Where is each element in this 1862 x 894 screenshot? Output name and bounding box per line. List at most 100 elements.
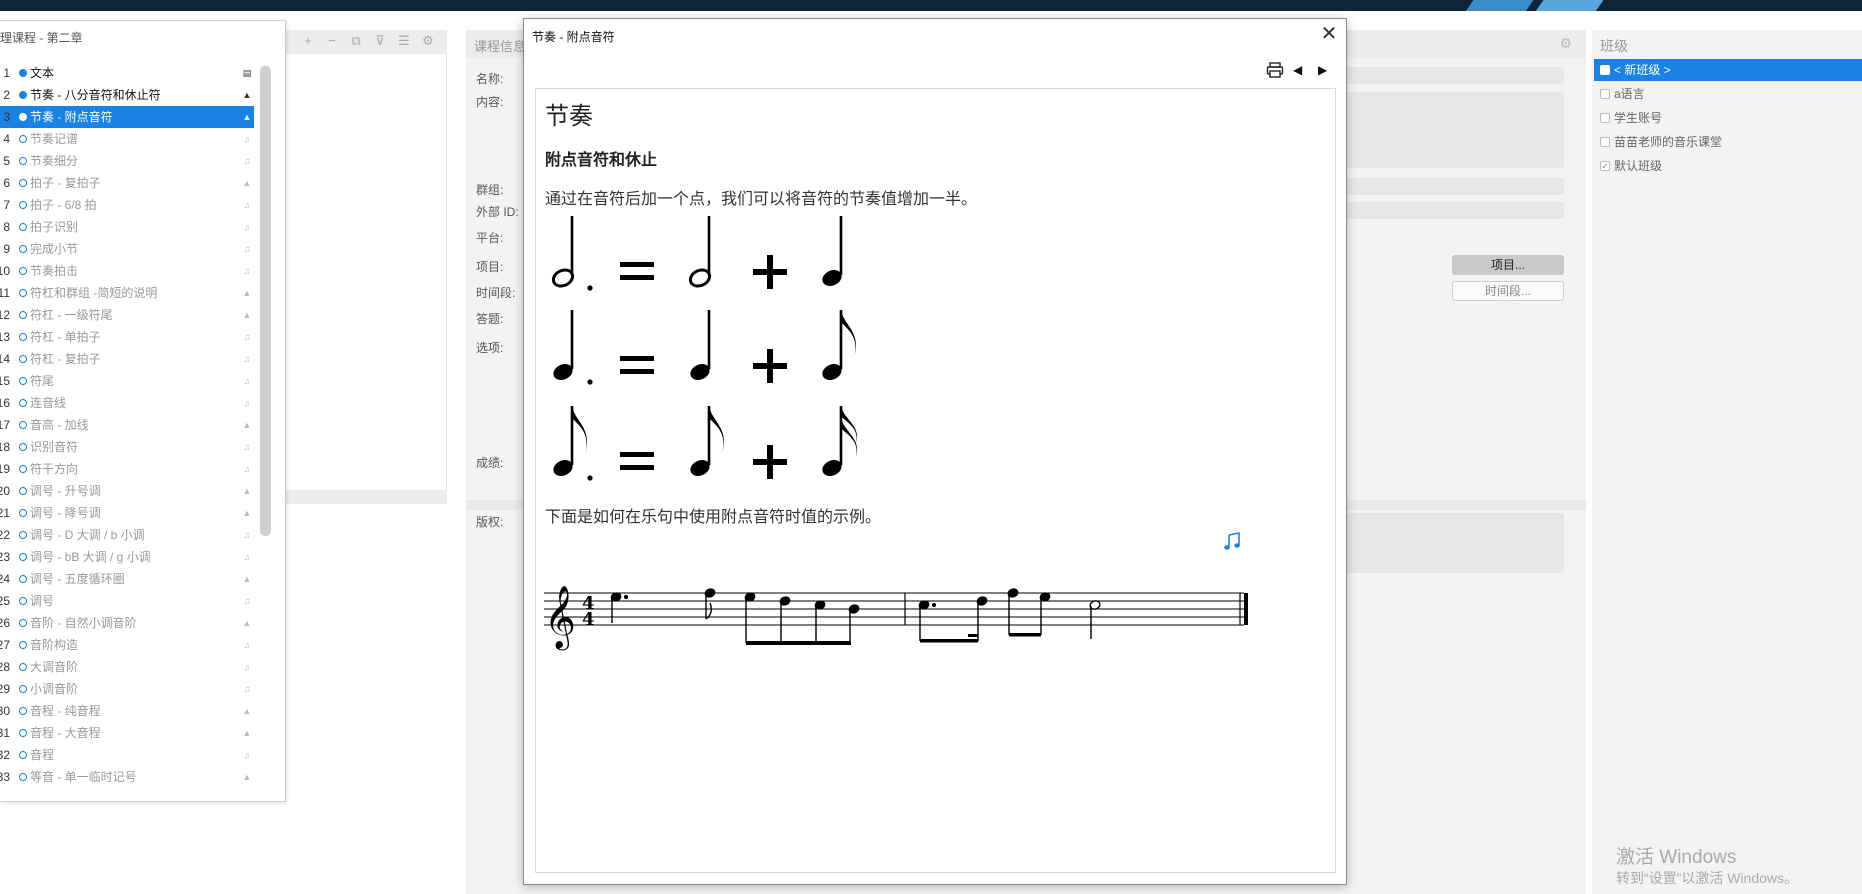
options-label: 选项: — [476, 341, 504, 355]
lesson-item[interactable]: 13 符杠 - 单拍子 ♫ — [0, 326, 254, 348]
lesson-item[interactable]: 1 文本 ▤ — [0, 62, 254, 84]
lesson-item[interactable]: 8 拍子识别 ♫ — [0, 216, 254, 238]
previous-icon[interactable]: ◀ — [1293, 63, 1305, 77]
activation-watermark-title: 激活 Windows — [1616, 847, 1737, 868]
lesson-item[interactable]: 19 符干方向 ♫ — [0, 458, 254, 480]
lesson-label: 节奏细分 — [30, 154, 79, 168]
list-icon[interactable]: ☰ — [397, 34, 411, 48]
filter-icon[interactable]: ⊽ — [373, 34, 387, 48]
status-dot-icon — [19, 575, 27, 583]
class-checkbox[interactable] — [1600, 65, 1610, 75]
status-dot-icon — [19, 113, 27, 121]
cap-icon: ▲ — [242, 508, 252, 518]
class-checkbox[interactable] — [1600, 137, 1610, 147]
class-item[interactable]: 苗苗老师的音乐课堂 — [1594, 131, 1862, 153]
lesson-number: 30 — [0, 704, 10, 718]
status-dot-icon — [19, 333, 27, 341]
lesson-item[interactable]: 3 节奏 - 附点音符 ▲ — [0, 106, 254, 128]
class-item-label: < 新班级 > — [1614, 63, 1671, 77]
lesson-item[interactable]: 31 音程 - 大音程 ▲ — [0, 722, 254, 744]
lesson-item[interactable]: 24 调号 - 五度循环圈 ▲ — [0, 568, 254, 590]
gear-icon[interactable]: ⚙ — [1559, 35, 1572, 52]
class-item[interactable]: a语言 — [1594, 83, 1862, 105]
lesson-item[interactable]: 22 调号 - D 大调 / b 小调 ♫ — [0, 524, 254, 546]
lesson-item[interactable]: 4 节奏记谱 ♫ — [0, 128, 254, 150]
period-button[interactable]: 时间段... — [1452, 281, 1564, 301]
lesson-item[interactable]: 12 符杠 - 一级符尾 ▲ — [0, 304, 254, 326]
lesson-item[interactable]: 6 拍子 - 复拍子 ▲ — [0, 172, 254, 194]
lesson-label: 调号 - D 大调 / b 小调 — [30, 528, 145, 542]
lesson-number: 19 — [0, 462, 10, 476]
lesson-item[interactable]: 14 符杠 - 复拍子 ♫ — [0, 348, 254, 370]
lesson-item[interactable]: 2 节奏 - 八分音符和休止符 ▲ — [0, 84, 254, 106]
class-item[interactable]: 学生账号 — [1594, 107, 1862, 129]
lesson-list-scrollbar[interactable] — [260, 66, 271, 536]
measure-1 — [610, 588, 860, 645]
lesson-number: 4 — [3, 132, 10, 146]
lesson-item[interactable]: 7 拍子 - 6/8 拍 ♫ — [0, 194, 254, 216]
status-dot-icon — [19, 751, 27, 759]
copyright-field[interactable] — [1340, 513, 1564, 573]
status-dot-icon — [19, 553, 27, 561]
lesson-label: 连音线 — [30, 396, 67, 410]
lesson-item[interactable]: 23 调号 - bB 大调 / g 小调 ♫ — [0, 546, 254, 568]
lesson-label: 符杠和群组 -简短的说明 — [30, 286, 158, 300]
lesson-item[interactable]: 25 调号 ♫ — [0, 590, 254, 612]
content-field[interactable] — [1340, 92, 1564, 168]
lesson-item[interactable]: 16 连音线 ♫ — [0, 392, 254, 414]
lesson-number: 20 — [0, 484, 10, 498]
group-field[interactable] — [1340, 178, 1564, 195]
next-icon[interactable]: ▶ — [1318, 63, 1330, 77]
lesson-item[interactable]: 27 音阶构造 ♫ — [0, 634, 254, 656]
lesson-item[interactable]: 11 符杠和群组 -简短的说明 ▲ — [0, 282, 254, 304]
content-paragraph: 通过在音符后加一个点，我们可以将音符的节奏值增加一半。 — [545, 189, 978, 208]
lesson-item[interactable]: 15 符尾 ♫ — [0, 370, 254, 392]
status-dot-icon — [19, 223, 27, 231]
lesson-item[interactable]: 10 节奏拍击 ♫ — [0, 260, 254, 282]
lesson-number: 13 — [0, 330, 10, 344]
project-button[interactable]: 项目... — [1452, 255, 1564, 275]
settings-icon[interactable]: ⚙ — [421, 34, 435, 48]
status-dot-icon — [19, 707, 27, 715]
cap-icon: ▲ — [242, 112, 252, 122]
status-dot-icon — [19, 773, 27, 781]
external-id-field[interactable] — [1340, 202, 1564, 219]
list-panel-footer — [285, 490, 447, 504]
class-checkbox[interactable] — [1600, 89, 1610, 99]
remove-icon[interactable]: − — [325, 34, 339, 48]
lesson-item[interactable]: 9 完成小节 ♫ — [0, 238, 254, 260]
status-dot-icon — [19, 663, 27, 671]
lesson-item[interactable]: 21 调号 - 降号调 ▲ — [0, 502, 254, 524]
lesson-item[interactable]: 28 大调音阶 ♫ — [0, 656, 254, 678]
add-icon[interactable]: + — [301, 34, 315, 48]
copy-icon[interactable]: ⧉ — [349, 34, 363, 48]
note-icon: ♫ — [243, 266, 251, 276]
print-icon[interactable] — [1266, 62, 1284, 78]
status-dot-icon — [19, 597, 27, 605]
answer-label: 答题: — [476, 312, 504, 326]
lesson-item[interactable]: 30 音程 - 纯音程 ▲ — [0, 700, 254, 722]
class-item[interactable]: ✓ 默认班级 — [1594, 155, 1862, 177]
status-dot-icon — [19, 289, 27, 297]
lesson-label: 调号 - 降号调 — [30, 506, 101, 520]
lesson-label: 完成小节 — [30, 242, 79, 256]
lesson-item[interactable]: 5 节奏细分 ♫ — [0, 150, 254, 172]
lesson-item[interactable]: 29 小调音阶 ♫ — [0, 678, 254, 700]
lesson-item[interactable]: 32 音程 ♫ — [0, 744, 254, 766]
lesson-item[interactable]: 17 音高 - 加线 ▲ — [0, 414, 254, 436]
lesson-item[interactable]: 33 等音 - 单一临时记号 ▲ — [0, 766, 254, 788]
note-icon: ♫ — [243, 552, 251, 562]
list-toolbar: + − ⧉ ⊽ ☰ ⚙ — [285, 30, 447, 54]
class-item[interactable]: < 新班级 > — [1594, 59, 1862, 81]
status-dot-icon — [19, 91, 27, 99]
music-play-icon[interactable] — [1222, 532, 1242, 552]
lesson-number: 25 — [0, 594, 10, 608]
close-icon[interactable]: ✕ — [1318, 24, 1340, 46]
name-field[interactable] — [1340, 67, 1564, 84]
lesson-item[interactable]: 26 音阶 - 自然小调音阶 ▲ — [0, 612, 254, 634]
class-checkbox-checked[interactable]: ✓ — [1600, 161, 1610, 171]
platform-label: 平台: — [476, 231, 504, 245]
lesson-item[interactable]: 18 识别音符 ♫ — [0, 436, 254, 458]
class-checkbox[interactable] — [1600, 113, 1610, 123]
lesson-item[interactable]: 20 调号 - 升号调 ▲ — [0, 480, 254, 502]
